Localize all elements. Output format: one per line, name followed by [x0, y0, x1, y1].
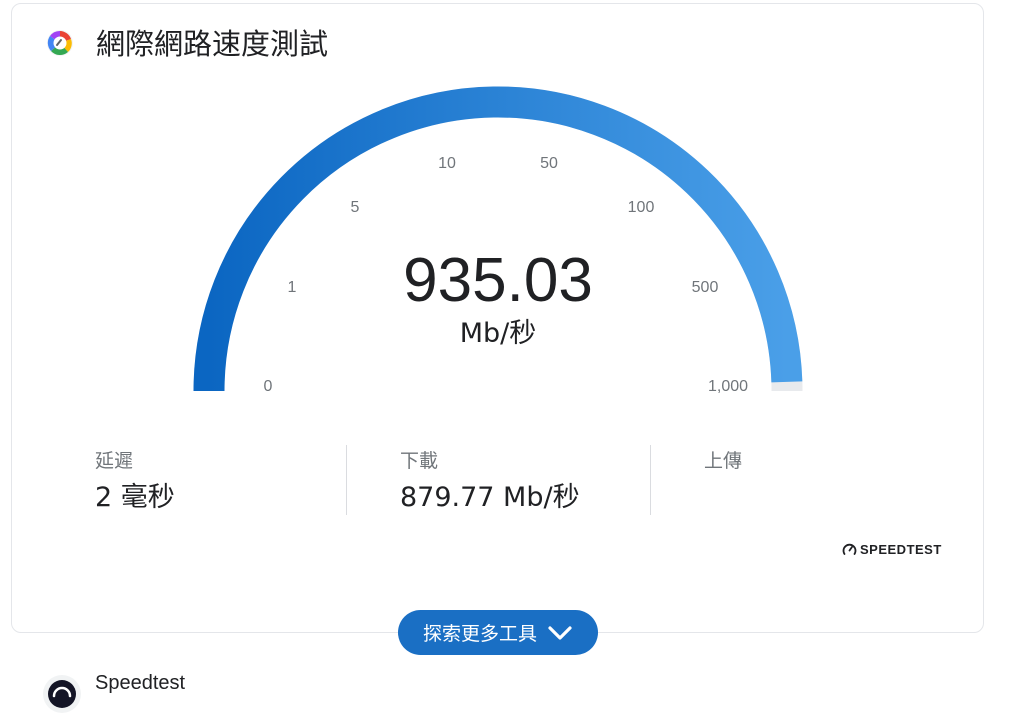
latency-label: 延遲	[95, 450, 134, 472]
speedometer-icon	[842, 543, 857, 555]
speedtest-branding: SPEEDTEST	[842, 540, 942, 558]
explore-more-tools-button[interactable]: 探索更多工具	[398, 610, 598, 655]
upload-stat: 上傳	[704, 448, 742, 518]
download-value: 879.77 Mb/秒	[400, 482, 580, 513]
upload-label: 上傳	[704, 450, 743, 472]
result-title-link[interactable]: Speedtest	[95, 671, 185, 695]
speed-test-multicolor-icon	[47, 30, 73, 56]
download-stat: 下載 879.77 Mb/秒	[400, 448, 580, 518]
download-label: 下載	[400, 450, 439, 472]
speed-test-card	[11, 3, 984, 633]
stat-divider	[650, 445, 651, 515]
speedtest-logo-icon	[43, 675, 81, 713]
chevron-down-icon	[548, 625, 572, 640]
stat-divider	[346, 445, 347, 515]
latency-stat: 延遲 2 毫秒	[95, 448, 175, 518]
card-title: 網際網路速度測試	[96, 27, 329, 61]
latency-value: 2 毫秒	[95, 482, 175, 513]
speedtest-logo-text: SPEEDTEST	[860, 541, 942, 557]
explore-button-label: 探索更多工具	[422, 623, 537, 645]
